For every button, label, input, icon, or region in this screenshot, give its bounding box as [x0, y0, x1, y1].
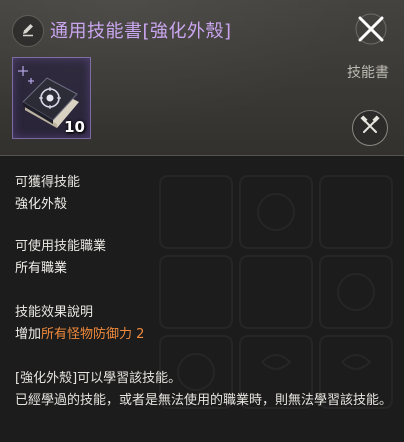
obtain-skill-value: 強化外殼 [15, 197, 68, 212]
tooltip-body: 可獲得技能 強化外殼 可使用技能職業 所有職業 技能效果說明 增加所有怪物防御力… [0, 156, 404, 442]
close-button[interactable] [354, 12, 388, 50]
obtain-skill-section: 可獲得技能 強化外殼 [15, 172, 80, 216]
usable-class-section: 可使用技能職業 所有職業 [15, 236, 106, 280]
skill-effect-section: 技能效果說明 增加所有怪物防御力 2 [15, 302, 144, 346]
skill-effect-highlight: 所有怪物防御力 2 [41, 327, 145, 342]
item-title: 通用技能書[強化外殼] [50, 21, 232, 42]
description-line-1: [強化外殼]可以學習該技能。 [15, 371, 182, 386]
usable-class-value: 所有職業 [15, 261, 68, 276]
item-description: [強化外殼]可以學習該技能。 已經學過的技能，或者是無法使用的職業時，則無法學習… [15, 368, 395, 412]
skill-effect-label: 技能效果說明 [15, 305, 94, 320]
edit-button[interactable] [12, 15, 44, 47]
tooltip-header: 通用技能書[強化外殼] 技能書 10 [0, 0, 404, 156]
close-icon [354, 12, 388, 50]
item-count: 10 [64, 118, 85, 136]
item-category: 技能書 [347, 65, 389, 81]
crossed-hammers-icon [359, 115, 381, 141]
skill-effect-value: 增加所有怪物防御力 2 [15, 324, 144, 346]
description-line-2: 已經學過的技能，或者是無法使用的職業時，則無法學習該技能。 [15, 393, 393, 408]
item-slot[interactable]: 10 [12, 57, 91, 139]
craft-button[interactable] [352, 110, 388, 146]
usable-class-label: 可使用技能職業 [15, 239, 107, 254]
item-tooltip: 通用技能書[強化外殼] 技能書 10 可獲得技能 強化外殼 可使用技能職業 所有… [0, 0, 404, 442]
obtain-skill-label: 可獲得技能 [15, 175, 81, 190]
pencil-icon [20, 21, 36, 41]
skill-effect-prefix: 增加 [15, 327, 42, 342]
